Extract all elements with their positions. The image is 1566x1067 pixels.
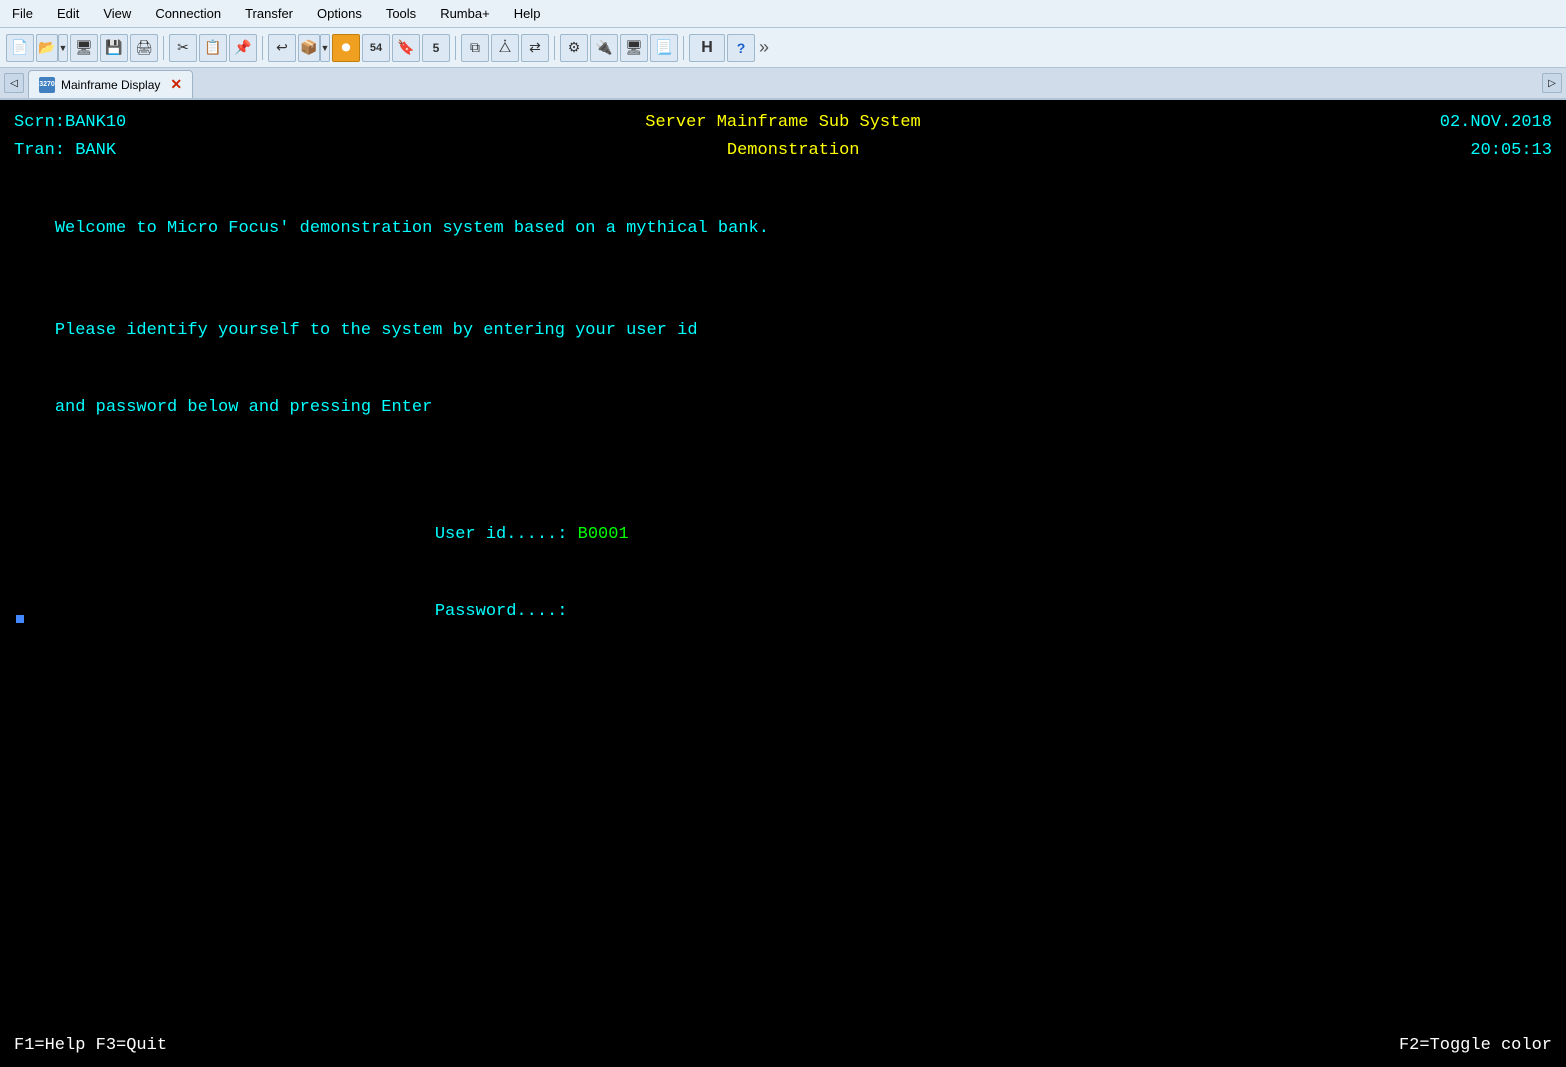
please-line1: Please identify yourself to the system b… <box>14 293 1552 370</box>
tab-nav-left[interactable]: ◁ <box>4 73 24 93</box>
sep3 <box>455 36 456 60</box>
password-label: Password....: <box>435 602 578 621</box>
paste-button[interactable]: 📌 <box>229 34 257 62</box>
cursor-indicator <box>14 610 24 629</box>
userid-line: User id.....: B0001 <box>14 497 1552 574</box>
screen-button[interactable]: 🖥 <box>70 34 98 62</box>
menu-view[interactable]: View <box>99 4 135 23</box>
screen2-button[interactable]: 🖥 <box>620 34 648 62</box>
settings-button[interactable]: ⚙ <box>560 34 588 62</box>
toolbar-overflow[interactable]: » <box>759 37 769 58</box>
please-line2: and password below and pressing Enter <box>14 369 1552 446</box>
terminal-footer: F1=Help F3=Quit F2=Toggle color <box>14 1036 1552 1055</box>
userid-value: B0001 <box>578 525 629 544</box>
menu-tools[interactable]: Tools <box>382 4 420 23</box>
cut-button[interactable]: ✂ <box>169 34 197 62</box>
new-button[interactable]: 📄 <box>6 34 34 62</box>
sep2 <box>262 36 263 60</box>
copy2-button[interactable]: ⧉ <box>461 34 489 62</box>
copy-button[interactable]: 📋 <box>199 34 227 62</box>
record-button[interactable]: ⏺ <box>332 34 360 62</box>
menu-options[interactable]: Options <box>313 4 366 23</box>
save-button[interactable]: 💾 <box>100 34 128 62</box>
sep5 <box>683 36 684 60</box>
userid-label: User id.....: <box>435 525 578 544</box>
sep4 <box>554 36 555 60</box>
blank-line-2 <box>14 267 1552 293</box>
blank-line-4 <box>14 471 1552 497</box>
menu-transfer[interactable]: Transfer <box>241 4 297 23</box>
num54-button[interactable]: 54 <box>362 34 390 62</box>
menu-help[interactable]: Help <box>510 4 545 23</box>
menu-rumbaplus[interactable]: Rumba+ <box>436 4 494 23</box>
menu-file[interactable]: File <box>8 4 37 23</box>
step-button[interactable]: 5 <box>422 34 450 62</box>
open-dropdown[interactable]: ▼ <box>58 34 68 62</box>
undo-button[interactable]: ↩ <box>268 34 296 62</box>
footer-right: F2=Toggle color <box>1399 1036 1552 1055</box>
blank-line-3 <box>14 446 1552 472</box>
tabbar: ◁ 3270 Mainframe Display ✕ ▷ <box>0 68 1566 100</box>
tran-label: Tran: BANK <box>14 138 116 164</box>
transfer-button[interactable]: ⇄ <box>521 34 549 62</box>
terminal-display[interactable]: Scrn:BANK10 Server Mainframe Sub System … <box>0 100 1566 1067</box>
tab-scroll-right[interactable]: ▷ <box>1542 73 1562 93</box>
sep1 <box>163 36 164 60</box>
footer-left: F1=Help F3=Quit <box>14 1036 167 1055</box>
scrn-label: Scrn:BANK10 <box>14 110 126 136</box>
bookmark-button[interactable]: 🔖 <box>392 34 420 62</box>
paste2-button[interactable]: ⧊ <box>491 34 519 62</box>
toolbar: 📄 📂 ▼ 🖥 💾 🖨 ✂ 📋 📌 ↩ 📦 ▼ ⏺ 54 🔖 5 ⧉ ⧊ ⇄ ⚙… <box>0 28 1566 68</box>
menubar: File Edit View Connection Transfer Optio… <box>0 0 1566 28</box>
help-button[interactable]: ? <box>727 34 755 62</box>
terminal-title: Server Mainframe Sub System <box>645 110 920 136</box>
mainframe-tab[interactable]: 3270 Mainframe Display ✕ <box>28 70 193 98</box>
tab-icon: 3270 <box>39 77 55 93</box>
terminal-time: 20:05:13 <box>1470 138 1552 164</box>
connect-button[interactable]: 🔌 <box>590 34 618 62</box>
hotspot-button[interactable]: H <box>689 34 725 62</box>
terminal-header-row2: Tran: BANK Demonstration 20:05:13 <box>14 138 1552 164</box>
terminal-date: 02.NOV.2018 <box>1440 110 1552 136</box>
tab-label: Mainframe Display <box>61 78 160 92</box>
doc-button[interactable]: 📃 <box>650 34 678 62</box>
menu-edit[interactable]: Edit <box>53 4 83 23</box>
password-line: Password....: <box>14 573 1552 650</box>
open-button[interactable]: 📂 <box>36 34 58 62</box>
terminal-subtitle: Demonstration <box>727 138 860 164</box>
print-button[interactable]: 🖨 <box>130 34 158 62</box>
blank-line-1 <box>14 165 1552 191</box>
terminal-header-row1: Scrn:BANK10 Server Mainframe Sub System … <box>14 110 1552 136</box>
tab-close-button[interactable]: ✕ <box>170 76 182 93</box>
menu-connection[interactable]: Connection <box>151 4 225 23</box>
macro-dropdown[interactable]: ▼ <box>320 34 330 62</box>
macro-button[interactable]: 📦 <box>298 34 320 62</box>
welcome-line: Welcome to Micro Focus' demonstration sy… <box>14 191 1552 268</box>
